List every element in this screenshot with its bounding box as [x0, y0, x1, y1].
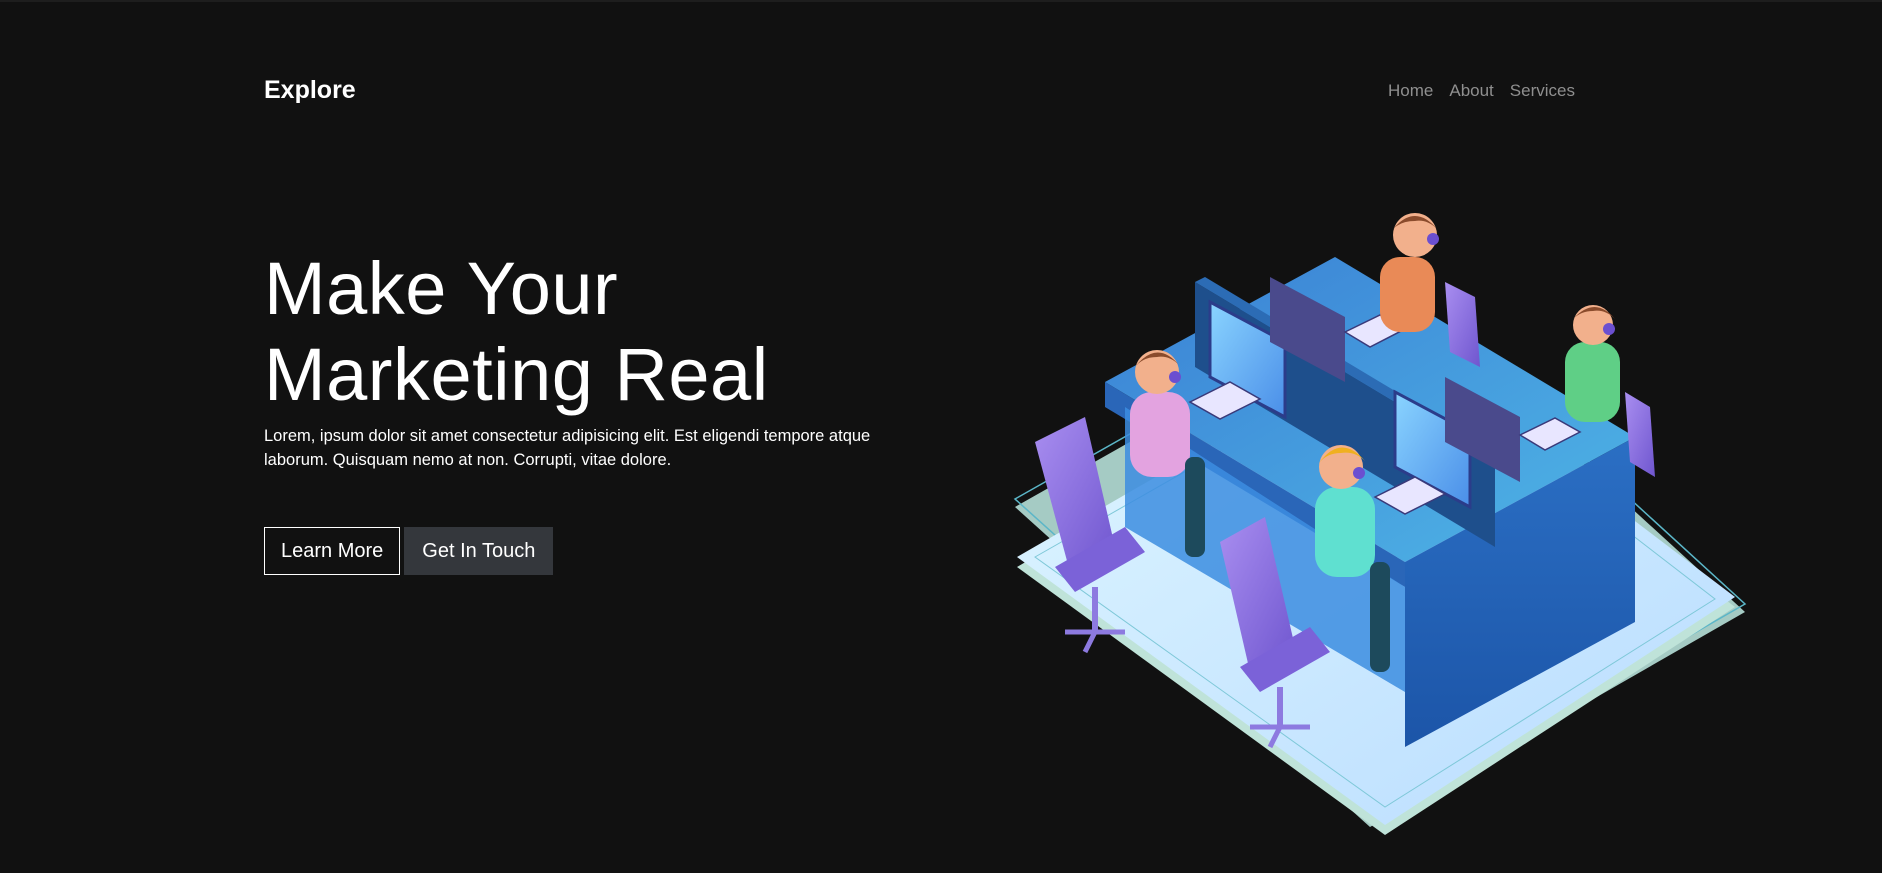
nav-home-link[interactable]: Home [1388, 81, 1433, 101]
nav-services-link[interactable]: Services [1510, 81, 1575, 101]
hero-title-line-1: Make Your [264, 247, 619, 330]
nav-about-link[interactable]: About [1449, 81, 1493, 101]
isometric-office-team-illustration [1013, 213, 1747, 835]
hero-title-line-2: Marketing Real [264, 333, 769, 416]
main-nav: Home About Services [1388, 81, 1575, 101]
hero-buttons: Learn More Get In Touch [264, 527, 554, 575]
hero-title: Make Your Marketing Real [264, 246, 769, 418]
get-in-touch-button[interactable]: Get In Touch [404, 527, 554, 575]
landing-page: Explore Home About Services Make Your Ma… [0, 0, 1882, 873]
brand-logo[interactable]: Explore [264, 76, 356, 105]
hero-description: Lorem, ipsum dolor sit amet consectetur … [264, 427, 871, 469]
learn-more-button[interactable]: Learn More [264, 527, 401, 575]
